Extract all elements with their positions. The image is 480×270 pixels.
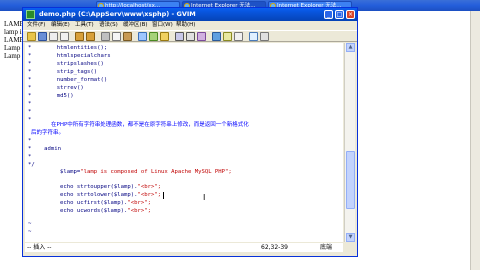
code-line: * xyxy=(28,109,32,115)
code-line: * xyxy=(28,138,32,144)
print-icon[interactable] xyxy=(60,32,69,41)
minimize-button[interactable]: _ xyxy=(324,10,333,19)
mode-indicator: -- 插入 -- xyxy=(27,244,52,251)
code-line: * htmlspecialchars xyxy=(28,53,111,59)
copy-icon[interactable] xyxy=(112,32,121,41)
code-line: * number_format() xyxy=(28,77,108,83)
code-line: * xyxy=(28,101,32,107)
code-line: */ xyxy=(28,162,35,168)
ibeam-cursor-icon: I xyxy=(203,193,206,202)
code-line: * htmlentities(); xyxy=(28,45,108,51)
menu-help[interactable]: 帮助(H) xyxy=(176,21,195,30)
undo-icon[interactable] xyxy=(75,32,84,41)
code-line: * xyxy=(28,154,32,160)
code-line: * xyxy=(28,117,32,123)
assignment-line: $lamp="lamp is composed of Linux Apache … xyxy=(60,169,232,175)
text-cursor xyxy=(163,192,164,199)
empty-line-marker: ~ xyxy=(28,229,32,235)
echo-line: echo ucwords($lamp)."<br>"; xyxy=(60,208,151,214)
menu-edit[interactable]: 编辑(E) xyxy=(51,21,70,30)
editor-scrollbar[interactable]: ▲ ▼ xyxy=(344,43,355,242)
scroll-up-icon[interactable]: ▲ xyxy=(346,43,355,52)
cut-icon[interactable] xyxy=(101,32,110,41)
find-replace-icon[interactable] xyxy=(138,32,147,41)
menu-bar: 文件(F) 编辑(E) 工具(T) 语法(S) 缓冲区(B) 窗口(W) 帮助(… xyxy=(23,21,357,30)
menu-window[interactable]: 窗口(W) xyxy=(152,21,173,30)
maximize-button[interactable]: □ xyxy=(335,10,344,19)
open-folder-icon[interactable] xyxy=(27,32,36,41)
scroll-down-icon[interactable]: ▼ xyxy=(346,233,355,242)
ctags-icon[interactable] xyxy=(234,32,243,41)
menu-tools[interactable]: 工具(T) xyxy=(75,21,94,30)
find-next-icon[interactable] xyxy=(149,32,158,41)
redo-icon[interactable] xyxy=(86,32,95,41)
menu-file[interactable]: 文件(F) xyxy=(27,21,45,30)
code-line: * strrev() xyxy=(28,85,84,91)
status-bar: -- 插入 -- 62,32-39 底端 xyxy=(25,243,343,252)
menu-buffers[interactable]: 缓冲区(B) xyxy=(123,21,148,30)
find-help-icon[interactable] xyxy=(260,32,269,41)
toolbar xyxy=(23,30,357,42)
editor-area[interactable]: * htmlentities(); * htmlspecialchars * s… xyxy=(25,43,343,242)
empty-line-marker: ~ xyxy=(28,221,32,227)
gvim-window: demo.php (C:\AppServ\www\xsphp) - GVIM _… xyxy=(22,7,358,257)
window-title: demo.php (C:\AppServ\www\xsphp) - GVIM xyxy=(39,10,196,18)
save-session-icon[interactable] xyxy=(186,32,195,41)
code-line: * md5() xyxy=(28,93,74,99)
find-prev-icon[interactable] xyxy=(160,32,169,41)
make-icon[interactable] xyxy=(212,32,221,41)
echo-line: echo ucfirst($lamp)."<br>"; xyxy=(60,200,151,206)
cursor-position: 62,32-39 xyxy=(261,244,288,251)
code-line: * strip_tags() xyxy=(28,69,98,75)
run-script-icon[interactable] xyxy=(197,32,206,41)
menu-syntax[interactable]: 语法(S) xyxy=(99,21,118,30)
scroll-position: 底端 xyxy=(320,244,333,251)
shell-icon[interactable] xyxy=(223,32,232,41)
save-icon[interactable] xyxy=(38,32,47,41)
browser-scrollbar[interactable] xyxy=(470,11,480,270)
close-button[interactable]: × xyxy=(346,10,355,19)
save-all-icon[interactable] xyxy=(49,32,58,41)
help-icon[interactable] xyxy=(249,32,258,41)
echo-line: echo strtolower($lamp)."<br>"; xyxy=(60,192,162,198)
title-bar[interactable]: demo.php (C:\AppServ\www\xsphp) - GVIM _… xyxy=(23,8,357,21)
load-session-icon[interactable] xyxy=(175,32,184,41)
code-line: * stripslashes() xyxy=(28,61,104,67)
paste-icon[interactable] xyxy=(123,32,132,41)
code-line: * admin xyxy=(28,146,61,152)
gvim-icon xyxy=(26,10,35,19)
comment-line: 后的字符串。 xyxy=(31,130,65,136)
scroll-thumb[interactable] xyxy=(346,151,355,209)
comment-line: 在PHP中所有字符串处理函数，都不是在原字符串上修改，而是返回一个新格式化 xyxy=(51,122,249,128)
echo-line: echo strtoupper($lamp)."<br>"; xyxy=(60,184,162,190)
